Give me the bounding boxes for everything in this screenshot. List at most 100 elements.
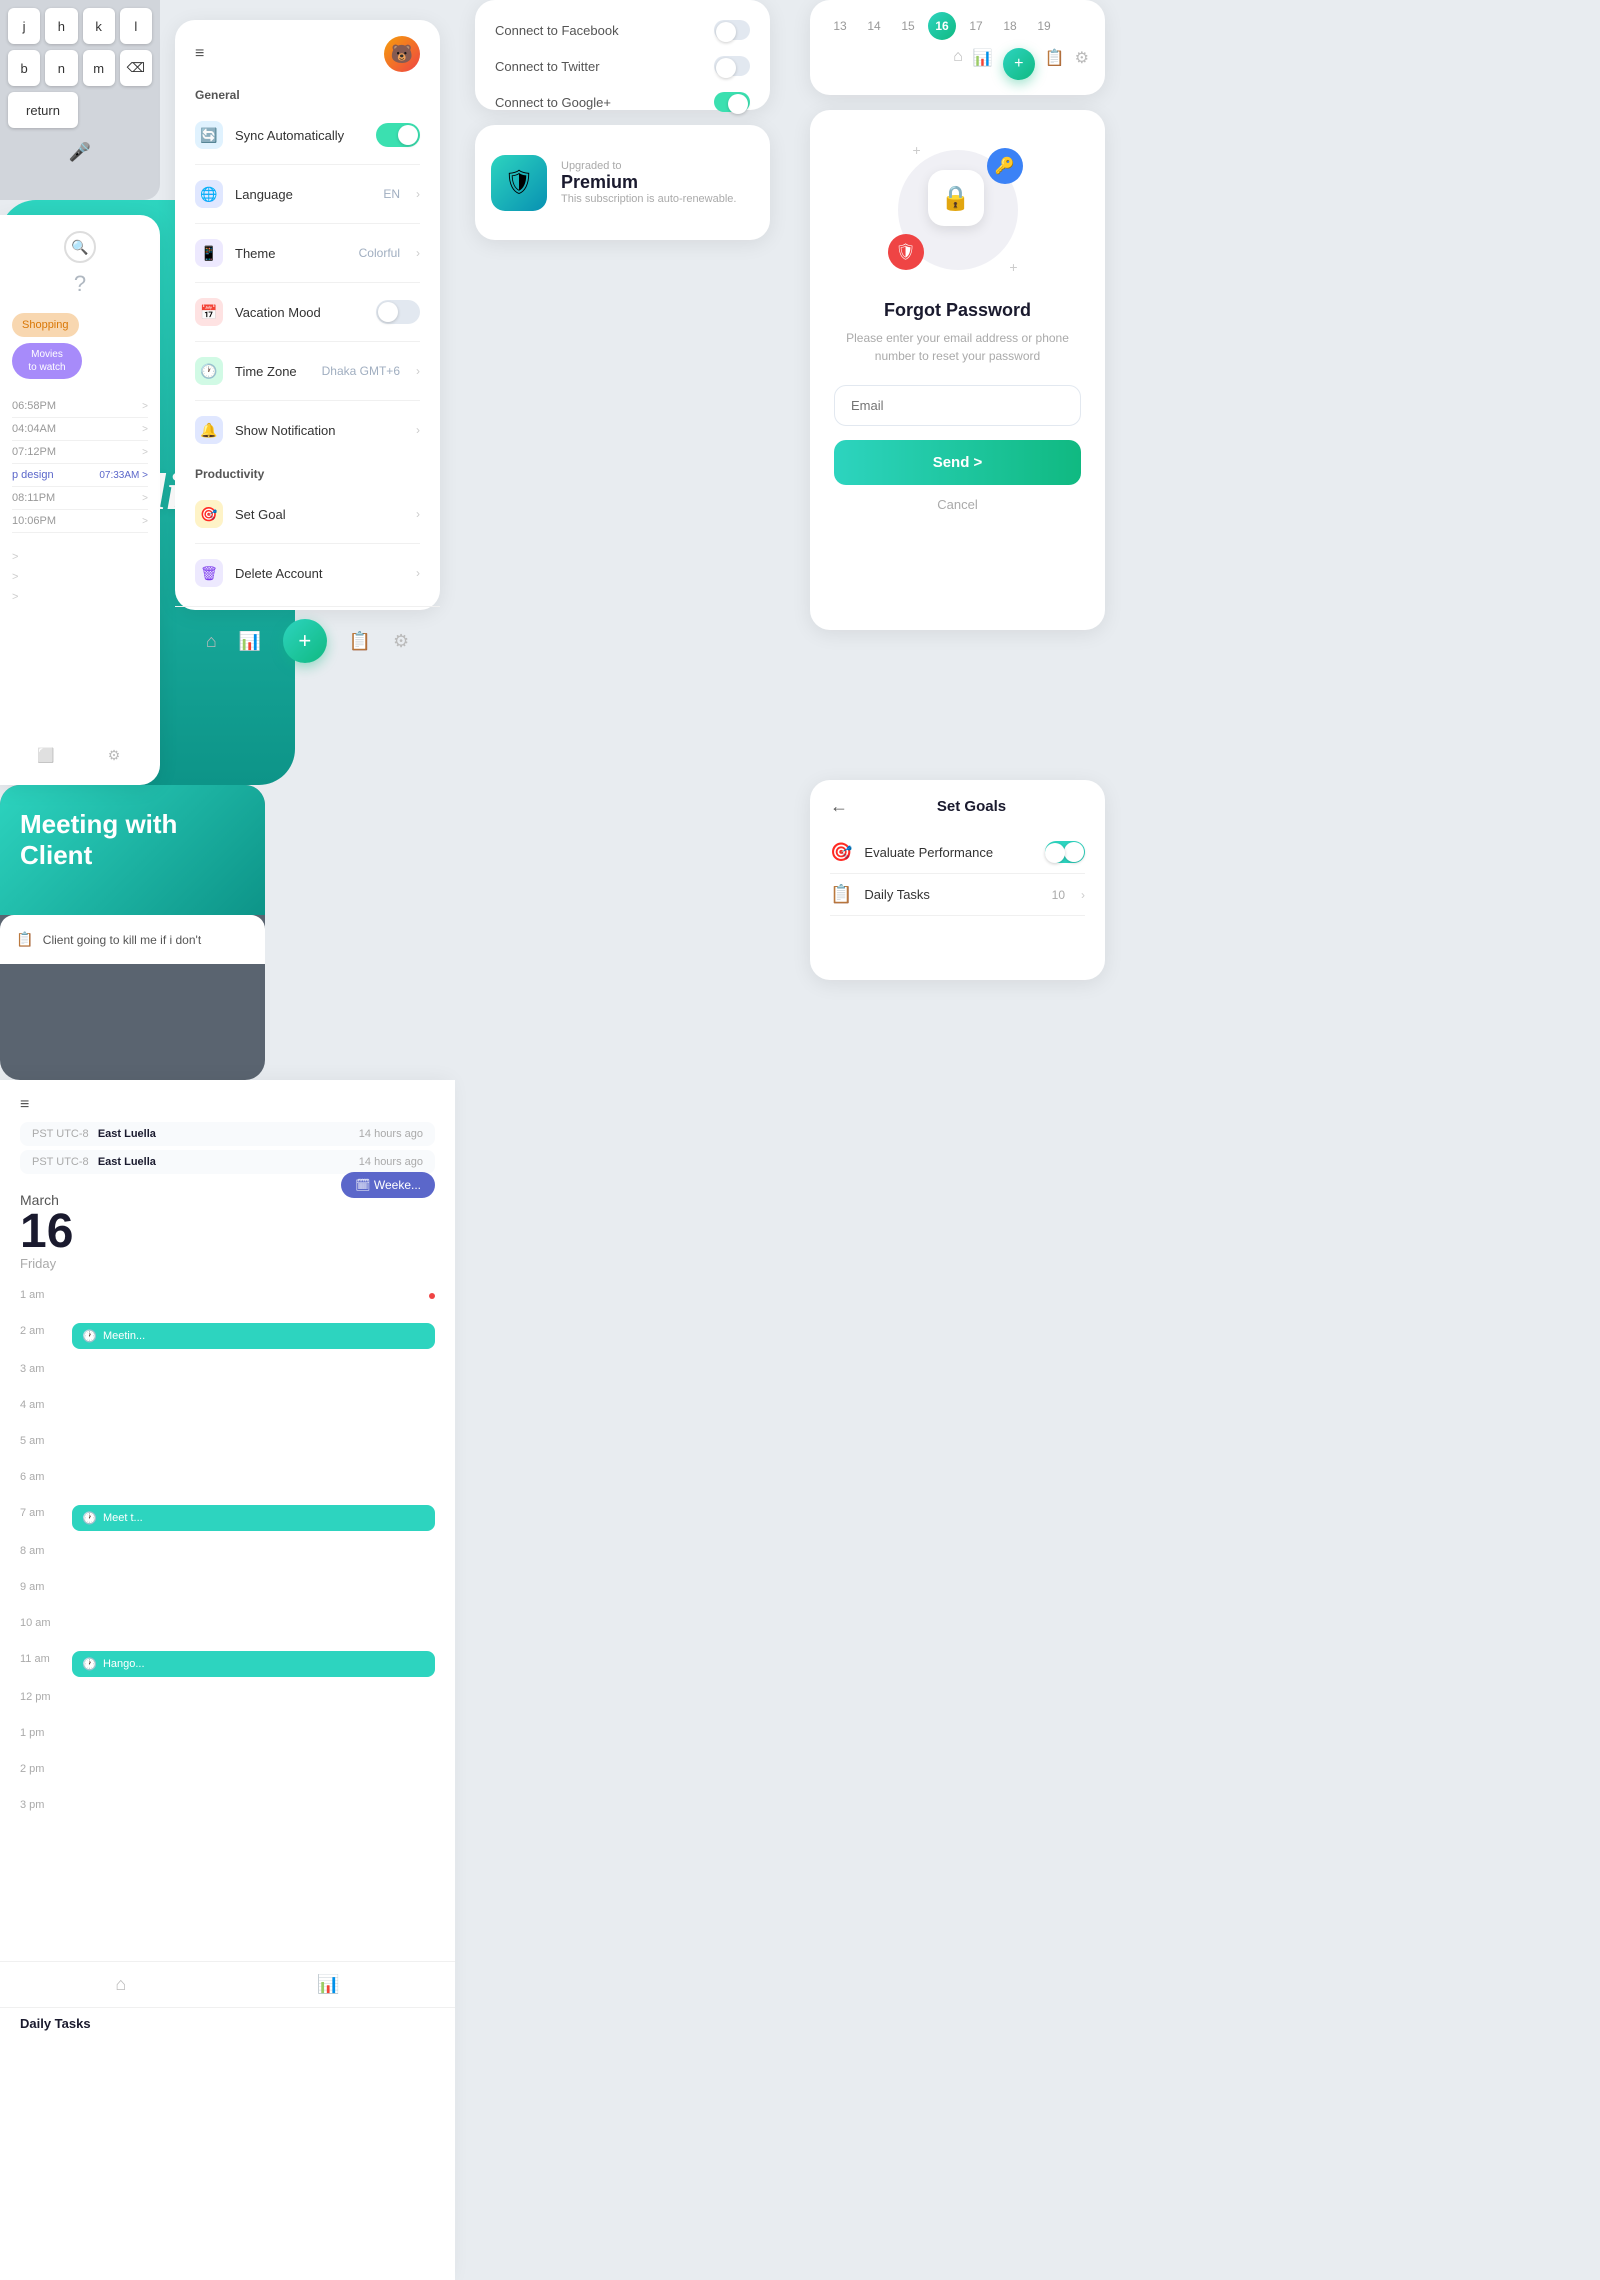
chart-cal-icon[interactable]: 📊 <box>973 48 993 80</box>
setting-delete[interactable]: 🗑 Delete Account › <box>175 548 440 598</box>
event-hango[interactable]: 🕐 Hango... <box>72 1651 435 1677</box>
tz-code-1: PST UTC-8 <box>32 1128 89 1140</box>
forgot-subtitle: Please enter your email address or phone… <box>846 329 1069 365</box>
cal-date-15[interactable]: 15 <box>894 12 922 40</box>
vacation-toggle[interactable] <box>376 300 420 324</box>
delete-label: Delete Account <box>235 566 400 581</box>
event-meet-t[interactable]: 🕐 Meet t... <box>72 1505 435 1531</box>
goal-evaluate[interactable]: 🎯 Evaluate Performance <box>830 831 1085 874</box>
setting-notification[interactable]: 🔔 Show Notification › <box>175 405 440 455</box>
home-nav-icon[interactable]: ⌂ <box>206 631 217 652</box>
key-l[interactable]: l <box>120 8 152 44</box>
goal-daily-tasks[interactable]: 📋 Daily Tasks 10 › <box>830 874 1085 916</box>
plus-decoration2: + <box>1009 259 1017 275</box>
sync-toggle[interactable] <box>376 123 420 147</box>
search-icon[interactable]: 🔍 <box>64 231 96 263</box>
schedule-header: ≡ <box>0 1080 455 1122</box>
tag-shopping[interactable]: Shopping <box>12 313 79 337</box>
tag-movies[interactable]: Moviesto watch <box>12 343 82 379</box>
avatar[interactable]: 🐻 <box>384 36 420 72</box>
calendar-small-icon[interactable]: ⬜ <box>32 741 60 769</box>
setting-theme[interactable]: 📱 Theme Colorful › <box>175 228 440 278</box>
twitter-toggle[interactable] <box>714 56 750 76</box>
time-7am: 7 am <box>20 1505 60 1519</box>
social-twitter[interactable]: Connect to Twitter <box>495 48 750 84</box>
schedule-weekday: Friday <box>20 1256 73 1271</box>
time-6am: 6 am <box>20 1469 60 1483</box>
goals-title: Set Goals <box>858 798 1085 815</box>
key-b[interactable]: b <box>8 50 40 86</box>
setting-vacation[interactable]: 📅 Vacation Mood <box>175 287 440 337</box>
meeting-header: Meeting with Client <box>0 785 265 915</box>
setting-timezone[interactable]: 🕐 Time Zone Dhaka GMT+6 › <box>175 346 440 396</box>
chevron-icon: › <box>1081 888 1085 902</box>
schedule-menu-icon[interactable]: ≡ <box>20 1096 29 1114</box>
setting-goal[interactable]: 🎯 Set Goal › <box>175 489 440 539</box>
key-h[interactable]: h <box>45 8 77 44</box>
tz-name-1: East Luella <box>98 1128 156 1140</box>
settings-cal-icon[interactable]: ⚙ <box>1075 48 1089 80</box>
time-item: 07:12PM> <box>12 441 148 464</box>
key-backspace[interactable]: ⌫ <box>120 50 152 86</box>
cancel-button[interactable]: Cancel <box>937 497 977 512</box>
key-n[interactable]: n <box>45 50 77 86</box>
facebook-toggle[interactable] <box>714 20 750 40</box>
time-item: 06:58PM> <box>12 395 148 418</box>
cal-date-17[interactable]: 17 <box>962 12 990 40</box>
alert-icon: 📋 <box>16 931 33 947</box>
time-slot-1pm: 1 pm <box>20 1719 435 1755</box>
tz-code-2: PST UTC-8 <box>32 1156 89 1168</box>
chevron-icon: › <box>416 507 420 521</box>
cal-date-19[interactable]: 19 <box>1030 12 1058 40</box>
chart-nav-icon[interactable]: 📊 <box>239 631 261 652</box>
chevron-icon: › <box>416 246 420 260</box>
microphone-icon[interactable]: 🎤 <box>62 134 98 170</box>
email-input[interactable] <box>834 385 1081 426</box>
setting-language[interactable]: 🌐 Language EN › <box>175 169 440 219</box>
fab-button[interactable]: + <box>283 619 327 663</box>
weekend-button[interactable]: 🗓 Weeke... <box>341 1172 435 1198</box>
current-time-dot <box>429 1293 435 1299</box>
premium-panel: 🛡 Upgraded to Premium This subscription … <box>475 125 770 240</box>
time-item: 04:04AM> <box>12 418 148 441</box>
google-toggle[interactable] <box>714 92 750 112</box>
cal-date-16-active[interactable]: 16 <box>928 12 956 40</box>
setting-sync[interactable]: 🔄 Sync Automatically <box>175 110 440 160</box>
cal-date-13[interactable]: 13 <box>826 12 854 40</box>
back-button[interactable]: ← <box>830 796 848 817</box>
settings-small-icon[interactable]: ⚙ <box>100 741 128 769</box>
evaluate-toggle[interactable] <box>1045 841 1085 863</box>
event-meeting[interactable]: 🕐 Meetin... <box>72 1323 435 1349</box>
send-button[interactable]: Send > <box>834 440 1081 485</box>
key-return[interactable]: return <box>8 92 78 128</box>
social-facebook[interactable]: Connect to Facebook <box>495 12 750 48</box>
settings-nav-icon[interactable]: ⚙ <box>393 631 409 652</box>
meeting-panel: Meeting with Client 📋 Client going to ki… <box>0 785 265 1080</box>
schedule-panel: ≡ PST UTC-8 East Luella 14 hours ago PST… <box>0 1080 455 2280</box>
menu-icon[interactable]: ≡ <box>195 45 204 63</box>
time-3am: 3 am <box>20 1361 60 1375</box>
key-k[interactable]: k <box>83 8 115 44</box>
search-panel: 🔍 ? Shopping Moviesto watch 06:58PM> 04:… <box>0 215 160 785</box>
timezone-icon: 🕐 <box>195 357 223 385</box>
goal-icon: 🎯 <box>195 500 223 528</box>
cal-date-18[interactable]: 18 <box>996 12 1024 40</box>
calendar-nav-icon[interactable]: 📋 <box>349 631 371 652</box>
forgot-title: Forgot Password <box>884 300 1031 321</box>
social-google[interactable]: Connect to Google+ <box>495 84 750 120</box>
home-cal-icon[interactable]: ⌂ <box>953 48 963 80</box>
keyboard-panel: j h k l b n m ⌫ return 🎤 <box>0 0 160 200</box>
cal-date-14[interactable]: 14 <box>860 12 888 40</box>
home-schedule-icon[interactable]: ⌂ <box>115 1974 126 1995</box>
clock-event-icon: 🕐 <box>82 1329 97 1343</box>
theme-label: Theme <box>235 246 347 261</box>
schedule-bottom-nav: ⌂ 📊 <box>0 1961 455 2007</box>
key-m[interactable]: m <box>83 50 115 86</box>
key-j[interactable]: j <box>8 8 40 44</box>
chart-schedule-icon[interactable]: 📊 <box>317 1974 339 1995</box>
fab-cal-button[interactable]: + <box>1003 48 1035 80</box>
clock-event-icon3: 🕐 <box>82 1657 97 1671</box>
meeting-body: 📋 Client going to kill me if i don't <box>0 915 265 964</box>
time-item[interactable]: p design07:33AM > <box>12 464 148 487</box>
calendar-cal-icon[interactable]: 📋 <box>1045 48 1065 80</box>
